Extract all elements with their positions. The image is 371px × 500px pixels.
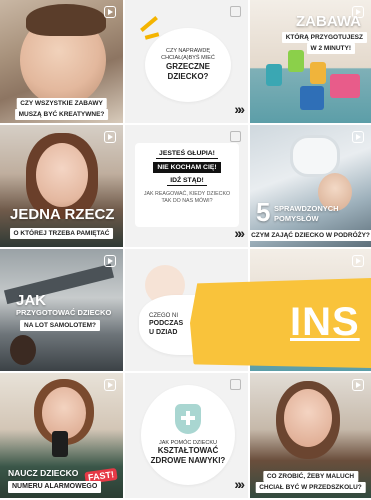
child-silhouette	[10, 335, 36, 365]
post-tile-1[interactable]: CZY WSZYSTKIE ZABAWY MUSZĄ BYĆ KREATYWNE…	[0, 0, 125, 125]
woman-face	[284, 389, 332, 447]
post-tile-7[interactable]: JAK PRZYGOTOWAĆ DZIECKO NA LOT SAMOLOTEM…	[0, 249, 125, 373]
caption-line-2: MUSZĄ BYĆ KREATYWNE?	[14, 108, 109, 120]
post-tile-11[interactable]: JAK POMÓC DZIECKU KSZTAŁTOWAĆ ZDROWE NAW…	[125, 373, 250, 500]
phone-icon	[52, 431, 68, 457]
reel-icon	[352, 131, 364, 143]
reel-icon	[104, 6, 116, 18]
woman-face	[36, 143, 88, 207]
post-title: JEDNA RZECZ	[10, 206, 115, 223]
post-title: ZABAWA	[296, 13, 361, 30]
speech-card: JESTEŚ GŁUPIA! NIE KOCHAM CIĘ! IDŹ STĄD!…	[135, 143, 239, 227]
reel-icon	[352, 379, 364, 391]
child-hair	[26, 4, 106, 36]
question-bubble: CZY NAPRAWDĘ CHCIAŁ(A)BYŚ MIEĆ GRZECZNE …	[145, 28, 231, 102]
caption-line-1: CZY WSZYSTKIE ZABAWY	[16, 97, 107, 109]
chevrons-icon: »»	[234, 476, 244, 492]
post-tile-4[interactable]: JEDNA RZECZ O KTÓREJ TRZEBA PAMIĘTAĆ	[0, 125, 125, 249]
reel-icon	[104, 255, 116, 267]
post-tile-6[interactable]: 5 SPRAWDZONYCH POMYSŁÓW CZYM ZAJĄĆ DZIEC…	[250, 125, 371, 249]
shield-plus-icon	[175, 403, 201, 434]
instagram-banner-text: INS	[290, 300, 360, 344]
post-tile-2[interactable]: CZY NAPRAWDĘ CHCIAŁ(A)BYŚ MIEĆ GRZECZNE …	[125, 0, 250, 125]
reel-icon	[104, 379, 116, 391]
square-icon	[230, 379, 241, 390]
spark-icon	[140, 16, 158, 32]
square-icon	[230, 6, 241, 17]
post-tile-12[interactable]: CO ZROBIĆ, ŻEBY MALUCH CHCIAŁ BYĆ W PRZE…	[250, 373, 371, 500]
post-tile-10[interactable]: FAST! NAUCZ DZIECKO NUMERU ALARMOWEGO	[0, 373, 125, 500]
square-icon	[230, 131, 241, 142]
chevrons-icon: »»	[234, 225, 244, 241]
post-tile-3[interactable]: ZABAWA KTÓRĄ PRZYGOTUJESZ W 2 MINUTY!	[250, 0, 371, 125]
reel-icon	[352, 255, 364, 267]
post-tile-5[interactable]: JESTEŚ GŁUPIA! NIE KOCHAM CIĘ! IDŹ STĄD!…	[125, 125, 250, 249]
post-grid: CZY WSZYSTKIE ZABAWY MUSZĄ BYĆ KREATYWNE…	[0, 0, 371, 500]
post-number: 5	[256, 197, 271, 227]
chevrons-icon: »»	[234, 101, 244, 117]
reel-icon	[104, 131, 116, 143]
plane-window	[290, 135, 340, 177]
question-bubble: JAK POMÓC DZIECKU KSZTAŁTOWAĆ ZDROWE NAW…	[141, 385, 235, 485]
